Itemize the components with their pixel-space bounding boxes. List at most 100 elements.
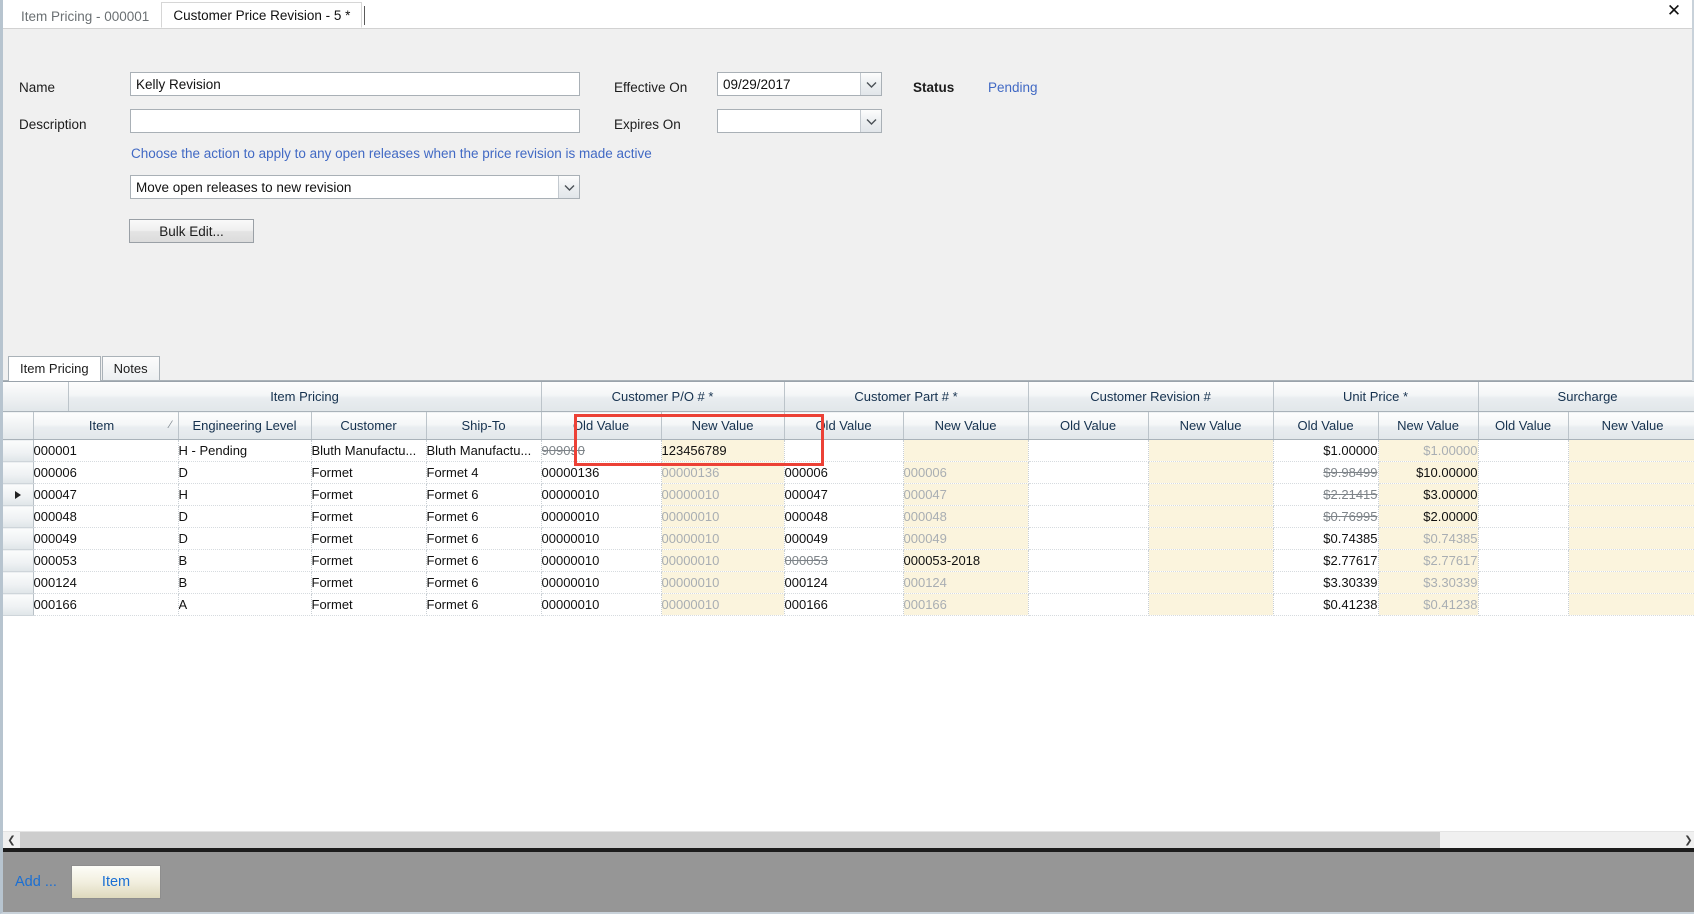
cell-po-new-value[interactable]: 00000010	[661, 549, 785, 572]
table-row[interactable]: 000006 D Formet Formet 4 00000136 00000136 000…	[3, 461, 1694, 484]
cell-ship-to[interactable]: Bluth Manufactu...	[426, 439, 542, 462]
cell-item[interactable]: 000047	[33, 483, 179, 506]
cell-part-old-value[interactable]: 000049	[784, 527, 904, 550]
column-header-ship-to[interactable]: Ship-To	[426, 411, 542, 440]
cell-customer[interactable]: Formet	[311, 571, 427, 594]
tab-item-pricing[interactable]: Item Pricing	[8, 356, 101, 381]
scrollbar-thumb[interactable]	[20, 831, 1440, 849]
cell-surcharge-new-value[interactable]	[1568, 439, 1694, 462]
cell-price-new-value[interactable]: $0.74385	[1378, 527, 1479, 550]
table-row[interactable]: 000048 D Formet Formet 6 00000010 00000010 000…	[3, 505, 1694, 528]
description-input[interactable]	[130, 109, 580, 133]
cell-surcharge-old-value[interactable]	[1478, 461, 1569, 484]
group-header-item-pricing[interactable]: Item Pricing	[68, 382, 542, 412]
cell-ship-to[interactable]: Formet 6	[426, 483, 542, 506]
cell-revision-old-value[interactable]	[1028, 505, 1149, 528]
cell-part-new-value[interactable]: 000124	[903, 571, 1029, 594]
cell-po-old-value[interactable]: 00000010	[541, 483, 662, 506]
chevron-down-icon[interactable]	[558, 176, 579, 198]
table-row[interactable]: 000053 B Formet Formet 6 00000010 00000010 000…	[3, 549, 1694, 572]
column-header-surcharge-old-value[interactable]: Old Value	[1478, 411, 1569, 440]
cell-part-new-value[interactable]: 000166	[903, 593, 1029, 616]
cell-ship-to[interactable]: Formet 6	[426, 505, 542, 528]
cell-surcharge-old-value[interactable]	[1478, 571, 1569, 594]
cell-surcharge-new-value[interactable]	[1568, 527, 1694, 550]
cell-revision-old-value[interactable]	[1028, 461, 1149, 484]
group-header-customer-revision[interactable]: Customer Revision #	[1028, 382, 1274, 412]
expires-on-date-picker[interactable]	[717, 109, 882, 133]
cell-part-old-value[interactable]: 000006	[784, 461, 904, 484]
scroll-right-icon[interactable]: ❯	[1680, 832, 1694, 849]
cell-part-old-value[interactable]: 000053	[784, 549, 904, 572]
cell-po-new-value[interactable]: 00000010	[661, 527, 785, 550]
cell-po-old-value[interactable]: 00000010	[541, 571, 662, 594]
cell-revision-old-value[interactable]	[1028, 549, 1149, 572]
cell-price-old-value[interactable]: $2.21415	[1273, 483, 1379, 506]
cell-revision-new-value[interactable]	[1148, 593, 1274, 616]
cell-item[interactable]: 000166	[33, 593, 179, 616]
chevron-down-icon[interactable]	[860, 73, 881, 95]
cell-item[interactable]: 000001	[33, 439, 179, 462]
cell-revision-new-value[interactable]	[1148, 549, 1274, 572]
cell-engineering-level[interactable]: B	[178, 549, 312, 572]
cell-item[interactable]: 000006	[33, 461, 179, 484]
group-header-surcharge[interactable]: Surcharge	[1478, 382, 1694, 412]
cell-ship-to[interactable]: Formet 6	[426, 549, 542, 572]
cell-engineering-level[interactable]: B	[178, 571, 312, 594]
cell-revision-new-value[interactable]	[1148, 461, 1274, 484]
column-header-price-new-value[interactable]: New Value	[1378, 411, 1479, 440]
document-tab-item-pricing[interactable]: Item Pricing - 000001	[9, 5, 162, 28]
row-selector[interactable]	[3, 461, 34, 484]
cell-po-old-value[interactable]: 00000010	[541, 549, 662, 572]
horizontal-scrollbar[interactable]: ❮ ❯	[3, 831, 1694, 849]
cell-revision-old-value[interactable]	[1028, 593, 1149, 616]
cell-price-old-value[interactable]: $0.74385	[1273, 527, 1379, 550]
bulk-edit-button[interactable]: Bulk Edit...	[129, 219, 254, 243]
cell-po-old-value[interactable]: 00000136	[541, 461, 662, 484]
cell-part-old-value[interactable]: 000166	[784, 593, 904, 616]
cell-revision-new-value[interactable]	[1148, 483, 1274, 506]
cell-price-old-value[interactable]: $9.98499	[1273, 461, 1379, 484]
cell-engineering-level[interactable]: D	[178, 527, 312, 550]
cell-po-new-value[interactable]: 00000136	[661, 461, 785, 484]
cell-price-old-value[interactable]: $0.41238	[1273, 593, 1379, 616]
cell-surcharge-old-value[interactable]	[1478, 505, 1569, 528]
cell-surcharge-new-value[interactable]	[1568, 483, 1694, 506]
cell-price-old-value[interactable]: $2.77617	[1273, 549, 1379, 572]
cell-revision-old-value[interactable]	[1028, 439, 1149, 462]
column-header-po-new-value[interactable]: New Value	[661, 411, 785, 440]
cell-item[interactable]: 000048	[33, 505, 179, 528]
cell-po-new-value[interactable]: 00000010	[661, 571, 785, 594]
row-selector[interactable]	[3, 505, 34, 528]
cell-price-new-value[interactable]: $2.77617	[1378, 549, 1479, 572]
cell-ship-to[interactable]: Formet 6	[426, 593, 542, 616]
cell-part-old-value[interactable]: 000124	[784, 571, 904, 594]
row-selector[interactable]	[3, 439, 34, 462]
chevron-down-icon[interactable]	[860, 110, 881, 132]
cell-surcharge-old-value[interactable]	[1478, 549, 1569, 572]
cell-part-new-value[interactable]: 000047	[903, 483, 1029, 506]
cell-revision-old-value[interactable]	[1028, 483, 1149, 506]
row-selector[interactable]	[3, 483, 34, 506]
cell-item[interactable]: 000049	[33, 527, 179, 550]
column-header-revision-old-value[interactable]: Old Value	[1028, 411, 1149, 440]
cell-customer[interactable]: Formet	[311, 461, 427, 484]
column-header-item[interactable]: Item ⁄	[33, 411, 179, 440]
cell-price-old-value[interactable]: $1.00000	[1273, 439, 1379, 462]
cell-part-old-value[interactable]	[784, 439, 904, 462]
cell-part-old-value[interactable]: 000048	[784, 505, 904, 528]
cell-po-old-value[interactable]: 00000010	[541, 593, 662, 616]
column-header-engineering-level[interactable]: Engineering Level	[178, 411, 312, 440]
cell-revision-new-value[interactable]	[1148, 505, 1274, 528]
group-header-unit-price[interactable]: Unit Price *	[1273, 382, 1479, 412]
cell-item[interactable]: 000124	[33, 571, 179, 594]
cell-part-new-value[interactable]: 000048	[903, 505, 1029, 528]
cell-surcharge-old-value[interactable]	[1478, 483, 1569, 506]
document-tab-customer-price-revision[interactable]: Customer Price Revision - 5 *	[161, 2, 363, 28]
cell-po-new-value[interactable]: 00000010	[661, 483, 785, 506]
add-link[interactable]: Add ...	[15, 874, 57, 890]
cell-price-new-value[interactable]: $2.00000	[1378, 505, 1479, 528]
cell-engineering-level[interactable]: H - Pending	[178, 439, 312, 462]
effective-on-date-picker[interactable]: 09/29/2017	[717, 72, 882, 96]
column-header-revision-new-value[interactable]: New Value	[1148, 411, 1274, 440]
